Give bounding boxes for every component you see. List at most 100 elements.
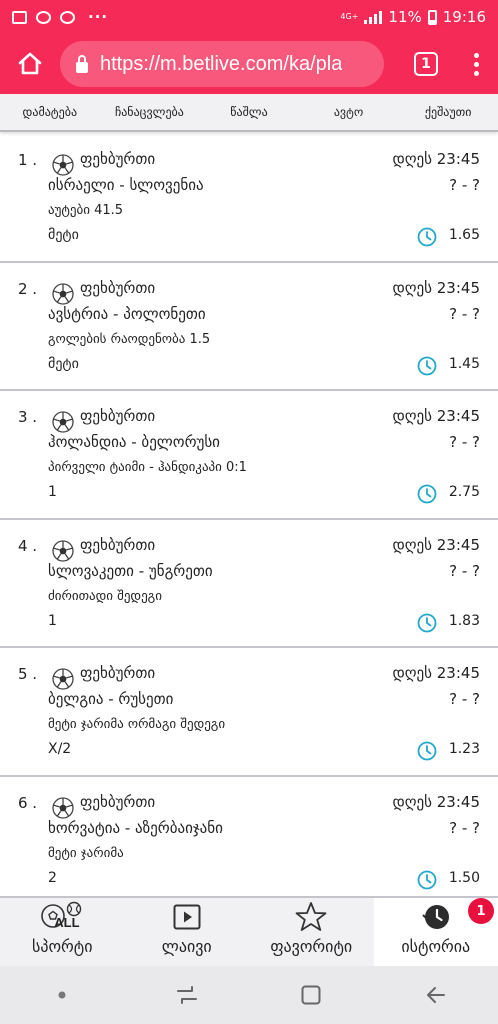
event-time: დღეს 23:45 xyxy=(392,407,480,425)
tab-cashout[interactable]: ქეშაუთი xyxy=(398,94,498,130)
recent-apps-button[interactable] xyxy=(157,966,217,1024)
market-name: გოლების რაოდენობა 1.5 xyxy=(48,331,211,347)
bet-row[interactable]: 3 . ფეხბურთი დღეს 23:45 ჰოლანდია - ბელორ… xyxy=(0,391,498,520)
nav-tab-favorites[interactable]: ფავორიტი xyxy=(249,898,374,966)
bet-row[interactable]: 1 . ფეხბურთი დღეს 23:45 ისრაელი - სლოვენ… xyxy=(0,134,498,263)
dot-icon xyxy=(58,991,66,999)
bet-number: 4 . xyxy=(18,536,38,555)
selection: მეტი xyxy=(48,355,79,372)
match-score: ? - ? xyxy=(449,176,480,194)
history-icon xyxy=(422,905,449,929)
bet-row[interactable]: 2 . ფეხბურთი დღეს 23:45 ავსტრია - პოლონე… xyxy=(0,263,498,391)
match-name: ჰოლანდია - ბელორუსი xyxy=(48,433,220,451)
messenger-icon xyxy=(60,10,75,24)
match-name: ხორვატია - აზერბაიჯანი xyxy=(48,818,223,837)
bet-row[interactable]: 6 . ფეხბურთი დღეს 23:45 ხორვატია - აზერბ… xyxy=(0,777,498,897)
bottom-navigation: ALL სპორტი ლაივი ფავორიტი ისტორია 1 xyxy=(0,896,498,966)
event-time: დღეს 23:45 xyxy=(392,664,480,682)
all-label: ALL xyxy=(54,915,80,930)
menu-dot-icon xyxy=(473,70,479,76)
bet-row[interactable]: 5 . ფეხბურთი დღეს 23:45 ბელგია - რუსეთი … xyxy=(0,648,498,777)
event-time: დღეს 23:45 xyxy=(392,535,480,554)
status-left: ··· xyxy=(12,8,108,26)
bet-number: 2 . xyxy=(18,279,38,298)
home-button[interactable] xyxy=(0,34,60,94)
browser-menu-button[interactable] xyxy=(466,52,486,76)
soccer-ball-icon xyxy=(52,411,74,433)
clock-icon xyxy=(417,613,437,632)
bet-row[interactable]: 4 . ფეხბურთი დღეს 23:45 სლოვაკეთი - უნგრ… xyxy=(0,520,498,648)
odds-value: 2.75 xyxy=(448,484,480,500)
nav-label-live: ლაივი xyxy=(161,937,212,956)
android-home-dot-button[interactable] xyxy=(32,966,92,1024)
match-score: ? - ? xyxy=(449,433,480,451)
sports-all-icon: ALL xyxy=(40,901,84,933)
messenger-icon xyxy=(36,10,51,24)
match-score: ? - ? xyxy=(449,818,480,837)
tab-delete[interactable]: წაშლა xyxy=(199,94,299,130)
bet-number: 6 . xyxy=(18,793,38,812)
odds-value: 1.83 xyxy=(448,612,480,629)
market-name: აუტები 41.5 xyxy=(48,203,124,218)
menu-dot-icon xyxy=(473,52,479,58)
tab-switcher-button[interactable]: 1 xyxy=(414,52,438,76)
lock-icon xyxy=(76,54,88,73)
sport-name: ფეხბურთი xyxy=(80,278,156,297)
tab-add[interactable]: დამატება xyxy=(0,94,100,130)
live-icon-wrap xyxy=(173,901,201,933)
nav-label-favorites: ფავორიტი xyxy=(270,937,353,956)
bet-list: 1 . ფეხბურთი დღეს 23:45 ისრაელი - სლოვენ… xyxy=(0,134,498,896)
sport-name: ფეხბურთი xyxy=(80,664,156,682)
market-name: ძირითადი შედეგი xyxy=(48,588,162,604)
action-tabs: დამატება ჩანაცვლება წაშლა ავტო ქეშაუთი xyxy=(0,94,498,132)
soccer-ball-icon xyxy=(52,282,74,305)
menu-dot-icon xyxy=(473,61,479,67)
match-score: ? - ? xyxy=(449,304,480,323)
history-icon-wrap xyxy=(420,901,452,933)
odds-value: 1.65 xyxy=(448,227,480,243)
soccer-ball-icon xyxy=(52,539,74,562)
battery-icon xyxy=(427,9,437,25)
selection: X/2 xyxy=(48,741,72,757)
selection: მეტი xyxy=(48,227,79,243)
sport-name: ფეხბურთი xyxy=(80,535,156,554)
soccer-ball-icon xyxy=(52,796,74,819)
more-notifications-icon: ··· xyxy=(88,8,109,26)
recent-apps-icon xyxy=(176,986,197,1004)
home-icon xyxy=(18,52,42,75)
bet-number: 3 . xyxy=(18,408,38,426)
selection: 1 xyxy=(48,612,57,629)
tab-replace[interactable]: ჩანაცვლება xyxy=(100,94,200,130)
nav-tab-live[interactable]: ლაივი xyxy=(125,898,250,966)
star-icon xyxy=(295,902,327,931)
home-square-icon xyxy=(301,985,321,1005)
sport-name: ფეხბურთი xyxy=(80,792,156,811)
match-name: სლოვაკეთი - უნგრეთი xyxy=(48,561,213,580)
sport-name: ფეხბურთი xyxy=(80,150,156,168)
market-name: მეტი ჯარიმა ორმაგი შედეგი xyxy=(48,717,226,732)
play-video-icon xyxy=(173,904,201,930)
back-button[interactable] xyxy=(406,966,466,1024)
status-right: 4G+ 11% 19:16 xyxy=(340,8,486,26)
nav-tab-sports[interactable]: ALL სპორტი xyxy=(0,898,125,966)
network-type: 4G+ xyxy=(340,12,359,21)
android-navigation-bar xyxy=(0,966,498,1024)
match-name: ისრაელი - სლოვენია xyxy=(48,176,204,194)
history-badge: 1 xyxy=(468,898,494,924)
event-time: დღეს 23:45 xyxy=(392,278,480,297)
nav-label-history: ისტორია xyxy=(401,937,471,956)
clock-icon xyxy=(417,356,437,375)
event-time: დღეს 23:45 xyxy=(392,150,480,168)
bet-number: 1 . xyxy=(18,151,38,169)
market-name: პირველი ტაიმი - ჰანდიკაპი 0:1 xyxy=(48,460,247,475)
tab-auto[interactable]: ავტო xyxy=(299,94,399,130)
signal-icon xyxy=(364,10,383,24)
nav-tab-history[interactable]: ისტორია 1 xyxy=(373,898,498,966)
home-square-button[interactable] xyxy=(281,966,341,1024)
market-name: მეტი ჯარიმა xyxy=(48,845,124,861)
odds-value: 1.50 xyxy=(448,869,480,886)
gallery-icon xyxy=(12,10,27,24)
url-bar[interactable]: https://m.betlive.com/ka/pla xyxy=(60,41,384,87)
match-score: ? - ? xyxy=(449,561,480,580)
soccer-ball-icon xyxy=(52,668,74,690)
